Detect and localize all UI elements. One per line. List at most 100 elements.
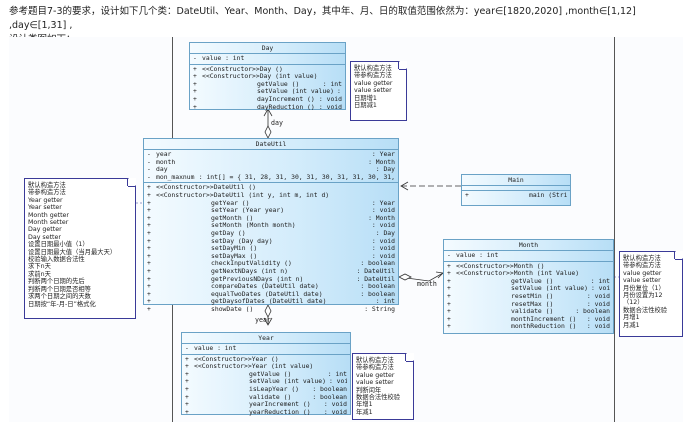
class-attribute-row: - value : int [185, 345, 347, 353]
member-name: day [156, 166, 168, 174]
visibility-marker: + [185, 385, 189, 393]
class-year[interactable]: Year - value : int + <<Constructor>>Year (… [181, 332, 351, 415]
visibility-marker: + [447, 270, 451, 278]
class-method-row: + setValue (int value): void [193, 88, 342, 96]
visibility-marker: + [147, 222, 151, 230]
member-type: : void [336, 88, 342, 96]
note-line: Year setter [28, 204, 62, 212]
note-dateutil: 默认构造方法 带参构造方法 Year getter Year setter Month … [24, 178, 136, 319]
visibility-marker: - [185, 345, 189, 352]
note-line: 月减1 [623, 321, 640, 329]
member-type: : void [586, 315, 610, 323]
member-name: monthIncrement () [511, 315, 577, 323]
member-name: setMonth (Month month) [211, 222, 296, 230]
member-type: : void [586, 323, 610, 331]
class-method-row: + <<Constructor>>Year (int value) [185, 363, 347, 371]
member-type: : int [590, 277, 610, 285]
member-name: monthReduction () [511, 323, 577, 331]
class-method-row: + <<Constructor>>Day (int value) [193, 73, 342, 81]
class-month[interactable]: Month - value : int + <<Constructor>>Month… [443, 239, 614, 334]
visibility-marker: - [193, 55, 197, 62]
member-name: getValue () [257, 80, 300, 88]
member-type: : void [323, 401, 347, 409]
visibility-marker: + [193, 88, 197, 96]
class-method-row: + setValue (int value): void [447, 285, 610, 293]
class-method-row: + getValue (): int [185, 371, 347, 379]
class-method-row: + yearIncrement () : void [185, 401, 347, 409]
visibility-marker: + [193, 103, 197, 111]
visibility-marker: + [447, 323, 451, 331]
visibility-marker: + [447, 308, 451, 316]
member-name: setDayMax () [211, 252, 258, 260]
visibility-marker: + [193, 73, 197, 81]
member-type: : void [590, 285, 610, 293]
member-name: yearIncrement () [249, 401, 311, 409]
class-attribute-row: - month: Month [147, 159, 395, 167]
member-type: : void [586, 300, 610, 308]
assoc-month-diamond [398, 273, 412, 281]
visibility-marker: + [447, 292, 451, 300]
note-line: 带参构造方法 [623, 262, 661, 270]
note-fold [399, 61, 407, 69]
note-line: value getter [354, 79, 393, 87]
class-main-methods: +main (String args[]): void [462, 191, 570, 201]
member-name: value : int [202, 55, 245, 62]
class-method-row: +main (String args[]): void [465, 192, 567, 200]
visibility-marker: + [185, 355, 189, 363]
member-type: : Year [371, 151, 395, 158]
member-name: <<Constructor>>Day () [202, 65, 283, 73]
class-day-title: Day [190, 43, 345, 54]
class-method-row: + showDate (): String [147, 306, 395, 314]
visibility-marker: + [147, 275, 151, 283]
visibility-marker: - [147, 173, 151, 181]
class-dateutil-attributes: - year: Year - month: Month - day: Day - mon_ma… [144, 150, 398, 184]
note-fold [128, 178, 136, 186]
member-type: : void [318, 95, 342, 103]
class-attribute-row: - year: Year [147, 151, 395, 159]
class-method-row: + getValue (): int [193, 81, 342, 89]
member-name: value : int [194, 345, 237, 352]
note-year: 默认构造方法 带参构造方法 value getter value setter 判断闰年… [352, 353, 414, 420]
class-day-attributes: - value : int [190, 54, 345, 65]
note-line: value setter [356, 379, 394, 387]
visibility-marker: + [193, 95, 197, 103]
visibility-marker: + [147, 245, 151, 253]
member-name: getDaysofDates (DateUtil date) [211, 298, 327, 306]
class-day[interactable]: Day - value : int + <<Constructor>>Day () +… [189, 42, 346, 110]
member-type: : boolean [312, 385, 347, 393]
class-month-methods: + <<Constructor>>Month () + <<Constructor>>… [444, 262, 613, 332]
note-line: value getter [623, 269, 662, 277]
visibility-marker: + [185, 401, 189, 409]
class-method-row: + setYear (Year year): void [147, 207, 395, 215]
class-dateutil[interactable]: DateUtil - year: Year - month: Month - day: D… [143, 138, 399, 312]
member-type: : void [371, 252, 395, 260]
visibility-marker: + [185, 363, 189, 371]
label-year: year [255, 316, 271, 324]
class-method-row: + <<Constructor>>Month () [447, 263, 610, 271]
member-type: : Year [371, 199, 395, 207]
member-name: getYear () [211, 199, 250, 207]
class-main[interactable]: Main +main (String args[]): void [461, 174, 571, 206]
member-name: getNextNDays (int n) [211, 267, 288, 275]
class-year-methods: + <<Constructor>>Year () + <<Constructor>>Y… [182, 355, 350, 418]
class-year-attributes: - value : int [182, 344, 350, 355]
member-name: <<Constructor>>Month (int Value) [456, 270, 580, 278]
class-method-row: + dayIncrement (): void [193, 96, 342, 104]
note-fold [675, 251, 683, 259]
visibility-marker: + [147, 184, 151, 192]
member-name: validate () [249, 393, 292, 401]
class-method-row: + compareDates (DateUtil date): boolean [147, 283, 395, 291]
visibility-marker: + [147, 252, 151, 260]
member-name: getDay () [211, 229, 246, 237]
note-line: 日期按“年-月-日”格式化 [28, 300, 96, 308]
member-name: setValue (int value) [257, 88, 334, 96]
note-line: 带参构造方法 [354, 72, 392, 80]
member-type: : boolean [575, 308, 610, 316]
class-dateutil-title: DateUtil [144, 139, 398, 150]
member-type: : DateUtil [356, 275, 395, 283]
visibility-marker: + [147, 298, 151, 306]
member-type: : Day [375, 166, 395, 174]
visibility-marker: - [147, 158, 151, 166]
member-name: month [156, 158, 176, 166]
visibility-marker: + [185, 378, 189, 386]
